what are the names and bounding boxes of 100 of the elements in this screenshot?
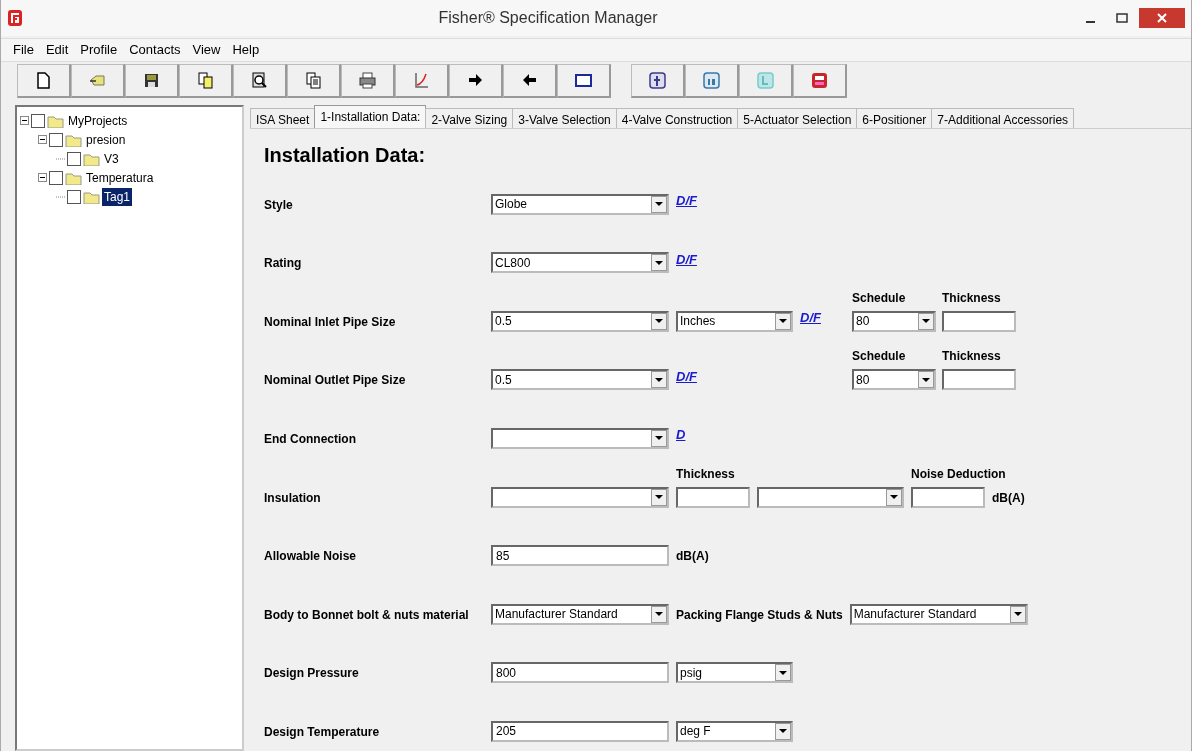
field-label: Body to Bonnet bolt & nuts material bbox=[264, 606, 470, 624]
menu-item[interactable]: Edit bbox=[41, 40, 73, 60]
field-label: Insulation bbox=[264, 489, 322, 507]
input-field[interactable] bbox=[942, 310, 1016, 332]
menu-item[interactable]: Help bbox=[228, 40, 264, 60]
field-label: Design Pressure bbox=[264, 665, 360, 683]
tree-checkbox[interactable] bbox=[67, 189, 81, 204]
dropdown[interactable]: psig bbox=[676, 662, 793, 684]
caret-icon bbox=[655, 260, 663, 265]
tree-item[interactable]: presion bbox=[84, 130, 128, 149]
unit-label: dB(A) bbox=[676, 548, 709, 566]
link[interactable]: D/F bbox=[800, 308, 821, 328]
dropdown[interactable]: Manufacturer Standard bbox=[491, 603, 669, 625]
toolbar-button[interactable] bbox=[557, 64, 611, 98]
tab[interactable]: 7-Additional Accessories bbox=[931, 108, 1075, 128]
input-field[interactable] bbox=[911, 486, 985, 508]
tree-item[interactable]: Tag1 bbox=[102, 187, 133, 206]
field-label: Allowable Noise bbox=[264, 548, 358, 566]
dropdown[interactable]: Globe bbox=[491, 193, 669, 215]
caret-icon bbox=[655, 436, 663, 441]
tree-item[interactable]: MyProjects bbox=[66, 111, 130, 130]
toolbar-button[interactable] bbox=[631, 64, 685, 98]
close-button[interactable] bbox=[1139, 8, 1185, 28]
caret-icon bbox=[655, 202, 663, 207]
toolbar-button[interactable] bbox=[449, 64, 503, 98]
printer-icon bbox=[359, 72, 376, 89]
link[interactable]: D/F bbox=[676, 249, 697, 270]
app-logo-icon bbox=[7, 9, 23, 27]
toolbar-button[interactable] bbox=[503, 64, 557, 98]
menu-item[interactable]: View bbox=[188, 40, 225, 60]
expander-icon[interactable] bbox=[20, 116, 29, 125]
section-heading: Installation Data: bbox=[263, 143, 427, 168]
copy-icon bbox=[197, 72, 214, 89]
caret-icon bbox=[779, 670, 787, 675]
dropdown[interactable] bbox=[757, 486, 904, 508]
expander-icon[interactable] bbox=[38, 173, 47, 182]
page-icon bbox=[35, 72, 52, 89]
dropdown[interactable]: CL800 bbox=[491, 252, 669, 274]
field-label: Rating bbox=[264, 255, 303, 273]
dropdown[interactable]: 0.5 bbox=[491, 310, 669, 332]
chart-icon bbox=[413, 72, 430, 89]
dropdown[interactable]: 80 bbox=[852, 310, 936, 332]
column-header: Schedule bbox=[852, 290, 906, 305]
dropdown[interactable]: Manufacturer Standard bbox=[849, 603, 1028, 625]
column-header: Noise Deduction bbox=[911, 466, 1006, 481]
dropdown[interactable]: deg F bbox=[676, 720, 793, 742]
menu-item[interactable]: File bbox=[9, 40, 38, 60]
tree-item[interactable]: Temperatura bbox=[84, 168, 156, 187]
column-header: Thickness bbox=[942, 349, 1001, 364]
document-icon bbox=[305, 72, 322, 89]
magnifier-icon bbox=[251, 72, 268, 89]
tab[interactable]: ISA Sheet bbox=[250, 108, 316, 128]
caret-icon bbox=[655, 377, 663, 382]
dropdown[interactable] bbox=[491, 486, 669, 508]
toolbar-button[interactable] bbox=[17, 64, 71, 98]
input-field[interactable] bbox=[676, 486, 750, 508]
expander-icon[interactable] bbox=[38, 135, 47, 144]
link[interactable]: D bbox=[676, 425, 686, 445]
column-header: Schedule bbox=[852, 349, 906, 364]
dropdown[interactable] bbox=[491, 427, 669, 449]
dropdown[interactable]: 80 bbox=[852, 369, 936, 391]
minimize-icon bbox=[1085, 21, 1095, 23]
dropdown[interactable]: 0.5 bbox=[491, 369, 669, 391]
square-badge-icon bbox=[811, 72, 828, 89]
dropdown[interactable]: Inches bbox=[676, 310, 793, 332]
input-field[interactable]: 800 bbox=[491, 662, 669, 684]
tree-checkbox[interactable] bbox=[49, 132, 63, 147]
column-header: Thickness bbox=[942, 290, 1001, 305]
caret-icon bbox=[655, 319, 663, 324]
unit-label: Packing Flange Studs & Nuts bbox=[676, 606, 843, 624]
link[interactable]: D/F bbox=[676, 191, 697, 211]
caret-icon bbox=[890, 495, 898, 500]
link[interactable]: D/F bbox=[676, 366, 697, 387]
caret-icon bbox=[655, 612, 663, 617]
menu-item[interactable]: Profile bbox=[76, 40, 122, 60]
field-label: End Connection bbox=[264, 430, 357, 448]
toolbar-button[interactable] bbox=[125, 64, 179, 98]
caret-icon bbox=[922, 377, 930, 382]
input-field[interactable]: 205 bbox=[491, 720, 669, 742]
square-badge-icon bbox=[649, 72, 666, 89]
tree-checkbox[interactable] bbox=[67, 151, 81, 166]
tab[interactable]: 2-Valve Sizing bbox=[425, 108, 514, 128]
input-field[interactable] bbox=[942, 369, 1016, 391]
field-label: Design Temperature bbox=[264, 723, 381, 741]
toolbar-button[interactable] bbox=[233, 64, 287, 98]
tree-item[interactable]: V3 bbox=[102, 149, 121, 168]
right-arrow-icon bbox=[467, 72, 484, 89]
menu-item[interactable]: Contacts bbox=[125, 40, 185, 60]
square-badge-icon bbox=[703, 72, 720, 89]
caret-icon bbox=[779, 729, 787, 734]
tab[interactable]: 1-Installation Data: bbox=[314, 105, 427, 128]
tree-checkbox[interactable] bbox=[31, 113, 45, 128]
tree-checkbox[interactable] bbox=[49, 170, 63, 185]
floppy-icon bbox=[143, 72, 160, 89]
field-label: Nominal Outlet Pipe Size bbox=[264, 372, 407, 390]
field-label: Style bbox=[264, 196, 294, 214]
maximize-icon bbox=[1116, 13, 1128, 23]
window-title: Fisher® Specification Manager bbox=[437, 8, 659, 28]
input-field[interactable]: 85 bbox=[491, 545, 669, 567]
column-header: Thickness bbox=[676, 466, 735, 481]
